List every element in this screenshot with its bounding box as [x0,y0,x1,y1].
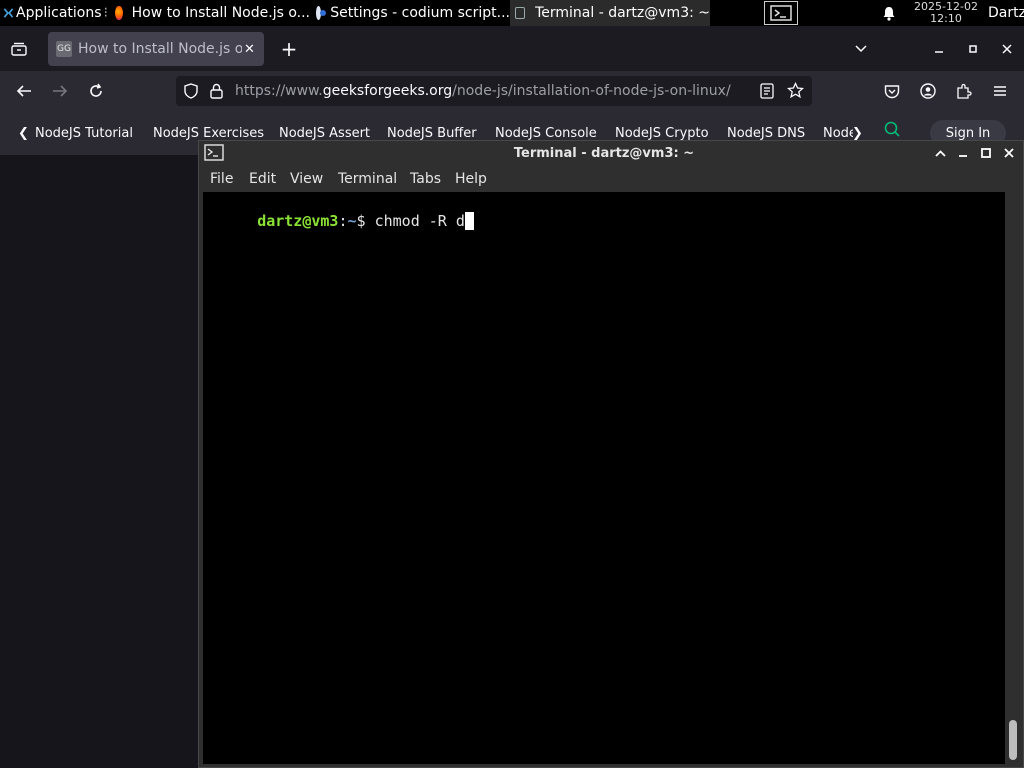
gfg-favicon-icon: GG [56,41,72,57]
taskbar-item-label: Terminal - dartz@vm3: ~ [535,5,710,21]
user-menu[interactable]: Dartz [988,0,1024,26]
command-text: chmod -R d [374,212,465,230]
notifications-bell-icon[interactable] [878,3,900,23]
browser-close-icon[interactable] [996,38,1018,60]
clock-time: 12:10 [930,12,962,25]
menu-tabs[interactable]: Tabs [410,171,441,187]
terminal-close-icon[interactable] [998,141,1020,165]
site-search-icon[interactable] [884,121,900,141]
site-nav-item[interactable]: NodeJS Exercises [153,126,264,141]
tab-overview-icon[interactable] [8,38,30,60]
menu-separator-icon: ⁝ [103,5,108,21]
user-name: Dartz [988,5,1024,21]
taskbar-item-label: Settings - codium script... [330,5,510,21]
terminal-minimize-icon[interactable] [952,141,974,165]
chromium-icon [316,6,327,20]
terminal-icon [515,7,526,19]
site-nav-chevron-right-icon[interactable]: ❯ [852,126,863,141]
taskbar-item-terminal[interactable]: Terminal - dartz@vm3: ~ [510,0,710,26]
taskbar-item-firefox[interactable]: How to Install Node.js o... [110,0,310,26]
tab-close-icon[interactable]: ✕ [244,42,255,57]
bookmark-star-icon[interactable] [787,82,804,99]
site-nav-item[interactable]: NodeJS Assert [279,126,370,141]
menu-view[interactable]: View [290,171,323,187]
terminal-window-icon [770,5,792,21]
terminal-title-bar[interactable]: Terminal - dartz@vm3: ~ [199,141,1023,165]
pocket-icon[interactable] [881,80,903,102]
prompt-dir: ~ [347,212,357,230]
site-nav-item[interactable]: NodeJS DNS [727,126,805,141]
site-nav-item[interactable]: NodeJS Console [495,126,597,141]
browser-tab-bar: GG How to Install Node.js on ✕ + [0,26,1024,71]
browser-tab-title: How to Install Node.js on [78,41,242,57]
account-icon[interactable] [917,80,939,102]
taskbar-item-codium[interactable]: Settings - codium script... [310,0,510,26]
terminal-title: Terminal - dartz@vm3: ~ [513,146,695,161]
site-nav-chevron-left-icon[interactable]: ❮ [18,126,29,141]
new-tab-icon[interactable]: + [278,37,300,61]
prompt-symbol: $ [356,212,366,230]
forward-arrow-icon[interactable] [48,80,72,102]
sign-in-label: Sign In [945,126,991,141]
url-text: https://www.geeksforgeeks.org/node-js/in… [235,83,731,99]
extensions-puzzle-icon[interactable] [953,80,975,102]
firefox-icon [115,6,123,20]
terminal-window: Terminal - dartz@vm3: ~ File Edit View T… [198,140,1024,768]
browser-maximize-icon[interactable] [962,38,984,60]
hamburger-menu-icon[interactable] [989,80,1011,102]
browser-nav-bar: https://www.geeksforgeeks.org/node-js/in… [0,71,1024,111]
url-path: /node-js/installation-of-node-js-on-linu… [452,83,731,99]
menu-edit[interactable]: Edit [249,171,276,187]
menu-terminal[interactable]: Terminal [338,171,397,187]
url-bar[interactable]: https://www.geeksforgeeks.org/node-js/in… [176,76,812,106]
site-nav-item[interactable]: NodeJS Buffer [387,126,477,141]
menu-file[interactable]: File [210,171,233,187]
terminal-maximize-icon[interactable] [975,141,997,165]
workspace-switcher[interactable] [764,1,798,25]
menu-help[interactable]: Help [455,171,487,187]
site-nav-item[interactable]: NodeJ [823,126,853,141]
taskbar-item-label: How to Install Node.js o... [131,5,310,21]
browser-minimize-icon[interactable] [928,38,950,60]
browser-tab-active[interactable]: GG How to Install Node.js on ✕ [48,32,264,66]
site-nav-item[interactable]: NodeJS Tutorial [35,126,133,141]
back-arrow-icon[interactable] [12,80,36,102]
terminal-line: dartz@vm3:~$ chmod -R d [203,194,474,248]
reload-icon[interactable] [84,80,108,102]
applications-label: Applications [16,5,102,21]
tab-list-chevron-down-icon[interactable] [850,38,872,60]
xfce-logo-icon [3,8,14,18]
text-cursor [464,212,474,230]
reader-view-icon[interactable] [760,83,774,99]
applications-menu[interactable]: Applications ⁝ [0,0,108,26]
lock-icon[interactable] [210,83,223,99]
url-prefix: https://www. [235,83,323,99]
prompt-user: dartz@vm3 [257,212,339,230]
clock[interactable]: 2025-12-02 12:10 [906,1,986,25]
url-domain: geeksforgeeks.org [322,83,453,99]
terminal-scrollbar[interactable] [1005,192,1023,764]
scrollbar-thumb[interactable] [1009,720,1017,760]
terminal-screen[interactable]: dartz@vm3:~$ chmod -R d [203,192,1005,764]
top-panel: Applications ⁝ How to Install Node.js o.… [0,0,1024,26]
site-nav-item[interactable]: NodeJS Crypto [615,126,709,141]
terminal-shade-chevron-up-icon[interactable] [929,141,951,165]
tracking-shield-icon[interactable] [184,83,198,99]
terminal-menu-bar: File Edit View Terminal Tabs Help [199,165,1023,191]
prompt-separator: : [338,212,348,230]
